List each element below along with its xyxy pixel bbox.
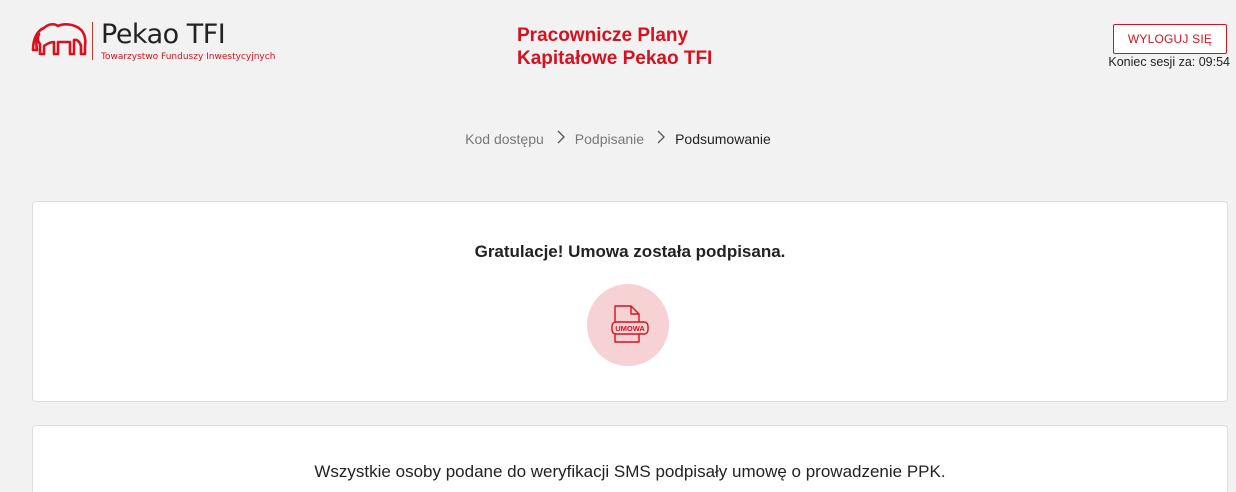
logout-button[interactable]: WYLOGUJ SIĘ xyxy=(1113,24,1227,54)
breadcrumb-step-signing: Podpisanie xyxy=(574,130,645,147)
chevron-right-icon xyxy=(656,130,666,147)
breadcrumb-step-access-code: Kod dostępu xyxy=(465,130,544,147)
session-timer: Koniec sesji za: 09:54 xyxy=(1108,55,1230,69)
app-title-line1: Pracownicze Plany xyxy=(517,25,689,46)
logo-subtitle: Towarzystwo Funduszy Inwestycyjnych xyxy=(101,52,276,62)
document-icon-label: UMOWA xyxy=(615,324,645,333)
document-umowa-icon: UMOWA xyxy=(611,305,649,343)
info-card: Wszystkie osoby podane do weryfikacji SM… xyxy=(32,425,1228,492)
breadcrumb-step-summary: Podsumowanie xyxy=(675,130,771,147)
pekao-tfi-logo[interactable]: Pekao TFI Towarzystwo Funduszy Inwestycy… xyxy=(30,20,275,62)
bison-logo-icon xyxy=(31,22,87,56)
success-card: Gratulacje! Umowa została podpisana. UMO… xyxy=(32,201,1228,402)
chevron-right-icon xyxy=(556,130,566,147)
info-text: Wszystkie osoby podane do weryfikacji SM… xyxy=(314,462,946,481)
logo-divider xyxy=(92,22,93,60)
app-title-line2: Kapitałowe Pekao TFI xyxy=(517,48,713,69)
logo-text: Pekao TFI Towarzystwo Funduszy Inwestycy… xyxy=(101,19,276,63)
app-title: Pracownicze Plany Kapitałowe Pekao TFI xyxy=(517,24,837,70)
logo-name: Pekao TFI xyxy=(101,19,226,50)
page: Pekao TFI Towarzystwo Funduszy Inwestycy… xyxy=(0,0,1236,492)
breadcrumb: Kod dostępu Podpisanie Podsumowanie xyxy=(0,130,1236,147)
success-title: Gratulacje! Umowa została podpisana. xyxy=(474,242,786,261)
document-icon-circle: UMOWA xyxy=(587,284,669,366)
